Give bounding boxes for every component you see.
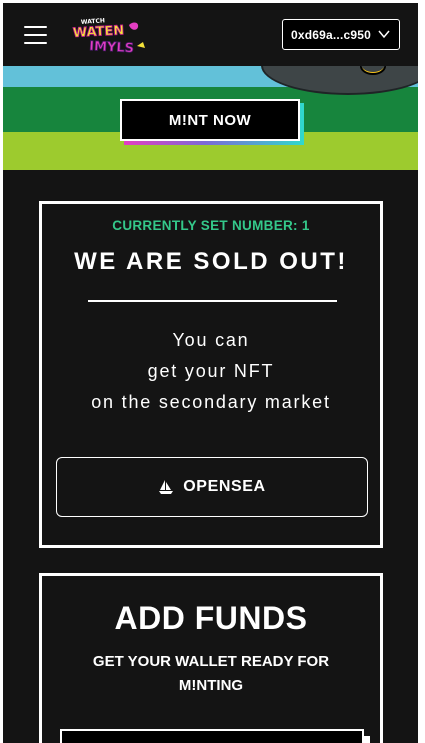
mint-now-wrapper: M!NT NOW [120, 99, 306, 147]
app-frame: WATCH WATEN IMYLS 0xd69a...c950 M!NT NOW… [3, 3, 418, 743]
hamburger-menu-icon[interactable] [24, 26, 47, 44]
chevron-down-icon [378, 30, 390, 39]
sold-out-card: CURRENTLY SET NUMBER: 1 WE ARE SOLD OUT!… [39, 201, 383, 548]
message-line: on the secondary market [91, 392, 331, 412]
message-line: You can [172, 330, 250, 350]
secondary-market-message: You can get your NFT on the secondary ma… [42, 325, 380, 418]
set-number-label: CURRENTLY SET NUMBER: 1 [112, 218, 310, 233]
wallet-address-button[interactable]: 0xd69a...c950 [282, 19, 400, 50]
message-line: get your NFT [147, 361, 275, 381]
opensea-button-label: OPENSEA [183, 478, 266, 495]
sailboat-icon [159, 480, 174, 494]
watchen-logo[interactable]: WATCH WATEN IMYLS [71, 16, 149, 54]
sold-out-heading: WE ARE SOLD OUT! [74, 248, 348, 275]
add-funds-card: ADD FUNDS GET YOUR WALLET READY FOR M!NT… [39, 573, 383, 743]
add-funds-widget[interactable] [60, 729, 364, 743]
add-funds-heading: ADD FUNDS [114, 600, 308, 636]
opensea-button[interactable]: OPENSEA [56, 457, 368, 517]
mint-now-button[interactable]: M!NT NOW [120, 99, 300, 141]
add-funds-widget-shadow [364, 736, 370, 743]
top-navbar: WATCH WATEN IMYLS 0xd69a...c950 [3, 3, 418, 66]
svg-text:WATEN: WATEN [72, 23, 124, 41]
add-funds-subtitle: GET YOUR WALLET READY FOR M!NTING [92, 653, 330, 694]
svg-text:IMYLS: IMYLS [89, 39, 135, 54]
wallet-address: 0xd69a...c950 [291, 27, 371, 42]
character-illustration [360, 66, 386, 75]
divider [88, 300, 337, 302]
